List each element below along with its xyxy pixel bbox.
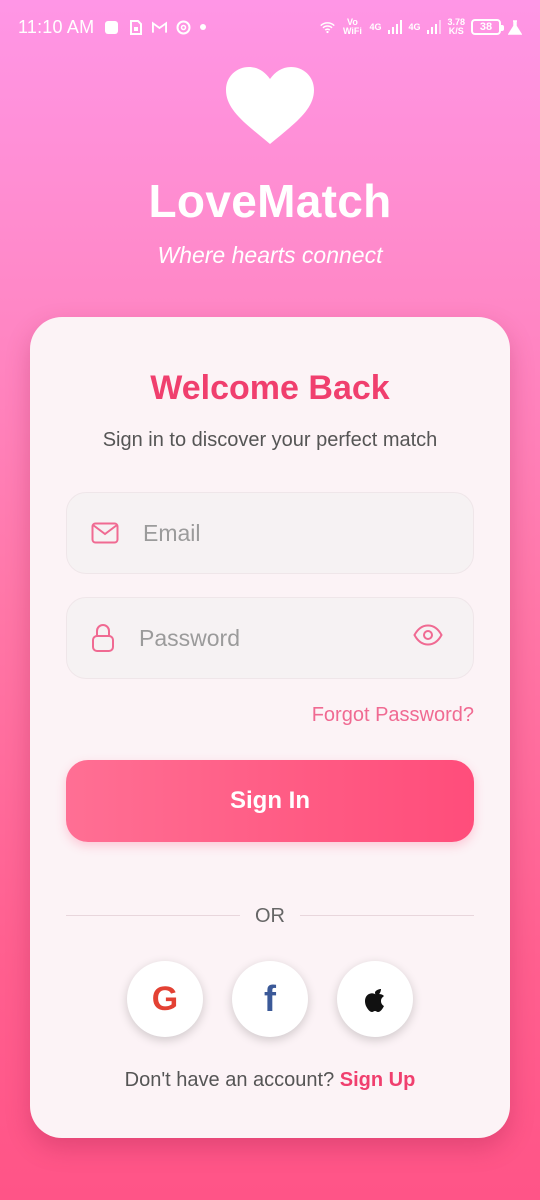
facebook-sign-in-button[interactable]: f [232, 961, 308, 1037]
flask-icon [507, 19, 522, 35]
wifi-icon [320, 20, 336, 35]
battery-level: 38 [479, 21, 493, 33]
welcome-subtitle: Sign in to discover your perfect match [102, 429, 438, 451]
signup-prompt-line: Don't have an account? Sign Up [30, 1069, 510, 1092]
heart-icon [226, 67, 314, 144]
network-type-1: 4G [369, 21, 382, 32]
notification-icons [104, 19, 207, 35]
welcome-title: Welcome Back [150, 369, 390, 407]
status-bar: 11:10 AM Vo WiFi 4G 4G 3.78 K/S 38 [0, 0, 540, 54]
vowifi-label: Vo WiFi [342, 17, 362, 36]
password-input[interactable] [139, 624, 389, 652]
password-field[interactable] [66, 597, 474, 679]
sim-card-icon [128, 19, 143, 35]
sign-up-link[interactable]: Sign Up [340, 1069, 416, 1091]
app-title: LoveMatch [148, 175, 392, 227]
app-tagline: Where hearts connect [157, 242, 383, 268]
divider-or-text: OR [255, 905, 285, 927]
data-speed: 3.78 K/S [447, 18, 465, 36]
facebook-icon: f [264, 978, 276, 1019]
apple-icon [365, 989, 384, 1012]
forgot-password-link[interactable]: Forgot Password? [312, 704, 474, 727]
data-speed-unit: K/S [448, 26, 464, 36]
apple-sign-in-button[interactable] [337, 961, 413, 1037]
signal-2-icon [426, 20, 441, 35]
show-password-toggle[interactable] [413, 624, 443, 651]
google-icon: G [151, 979, 179, 1018]
battery-indicator: 38 [471, 19, 504, 35]
email-input[interactable] [143, 519, 393, 547]
network-type-2: 4G [408, 21, 421, 32]
email-field[interactable] [66, 492, 474, 574]
more-notifications-dot-icon [200, 24, 207, 30]
system-icons: Vo WiFi 4G 4G 3.78 K/S 38 [320, 18, 522, 36]
signal-1-icon [387, 20, 402, 35]
sign-in-button[interactable]: Sign In [66, 760, 474, 842]
login-card: Welcome Back Sign in to discover your pe… [30, 317, 510, 1138]
mail-icon [91, 522, 119, 544]
gmail-icon [152, 20, 168, 35]
signup-prompt: Don't have an account? [124, 1069, 335, 1091]
lock-icon [92, 624, 114, 652]
divider-right [300, 915, 474, 916]
threads-icon [176, 20, 191, 35]
eye-icon [413, 624, 443, 646]
google-sign-in-button[interactable]: G [127, 961, 203, 1037]
app-notification-icon [104, 20, 119, 35]
status-time: 11:10 AM [18, 16, 95, 37]
